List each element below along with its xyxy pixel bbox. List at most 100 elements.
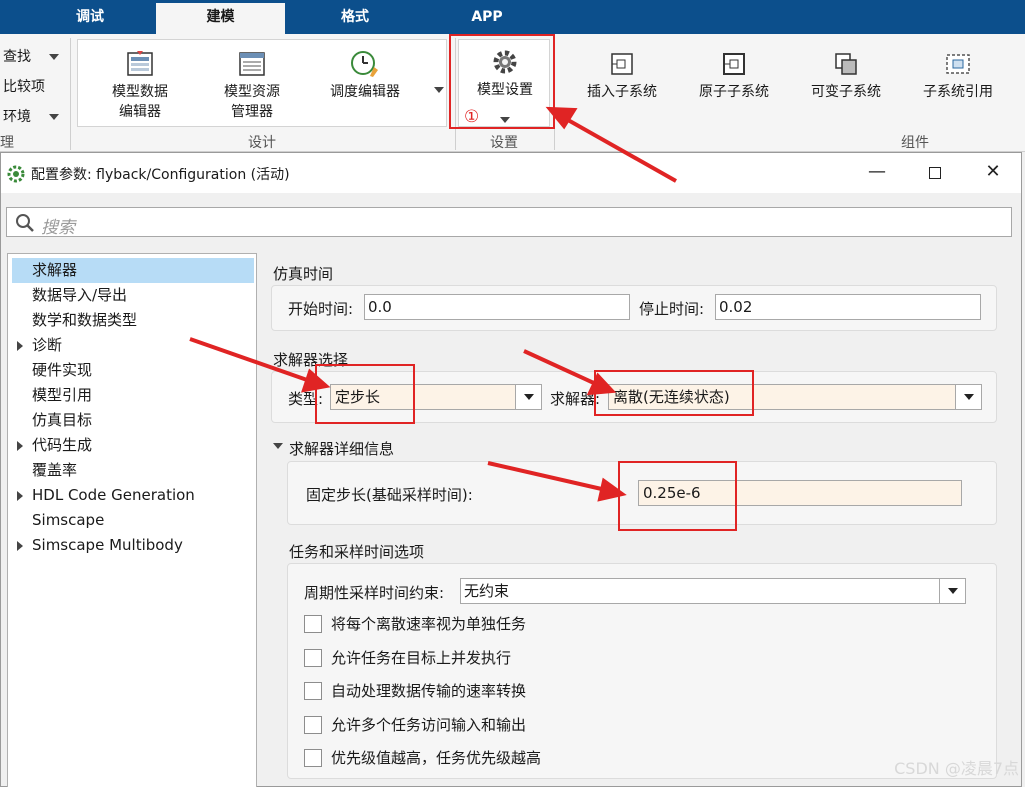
chevron-down-icon[interactable] [955,385,981,409]
stop-time-input[interactable]: 0.02 [715,294,981,320]
close-button[interactable]: ✕ [981,161,1005,185]
chevron-down-icon [434,87,444,93]
screen: 调试 建模 格式 APP 查找 比较项 环境 理 模型数据 编辑器 模型资源 管… [0,0,1025,787]
tab-modeling[interactable]: 建模 [156,3,285,34]
category-tree: 求解器 数据导入/导出 数学和数据类型 诊断 硬件实现 模型引用 仿真目标 代码… [7,253,257,787]
expand-arrow-icon[interactable] [17,541,23,551]
minimize-button[interactable]: — [865,161,889,185]
section-title-sim-time: 仿真时间 [273,265,334,283]
watermark: CSDN @凌晨7点 [894,759,1019,778]
component-group-label: 组件 [901,135,929,151]
model-explorer-label: 模型资源 管理器 [224,84,280,120]
tree-item-simscape[interactable]: Simscape [12,508,254,533]
tree-item-model-reference[interactable]: 模型引用 [12,383,254,408]
compare-label: 比较项 [3,79,45,95]
environment-label: 环境 [3,109,31,125]
expand-arrow-icon[interactable] [17,491,23,501]
variant-subsystem-button[interactable]: 可变子系统 [796,50,896,102]
checkbox-rate-transition[interactable] [304,682,322,700]
tree-item-hdl-code-generation[interactable]: HDL Code Generation [12,483,254,508]
highlight-box-solver [594,370,754,416]
tree-item-label: 数据导入/导出 [32,286,128,304]
tab-debug[interactable]: 调试 [40,0,140,34]
insert-subsystem-label: 插入子系统 [587,84,657,100]
search-field[interactable]: 搜索 [6,207,1012,238]
subsystem-icon [611,53,633,75]
tree-item-label: Simscape [32,511,105,529]
tree-item-label: 数学和数据类型 [32,311,138,329]
tree-item-simscape-multibody[interactable]: Simscape Multibody [12,533,254,558]
close-icon: ✕ [985,161,1001,182]
checkbox-label: 允许任务在目标上并发执行 [331,649,512,667]
group-label-fragment: 理 [0,135,14,151]
tree-item-label: 仿真目标 [32,411,93,429]
tree-item-label: 硬件实现 [32,361,93,379]
start-time-input[interactable]: 0.0 [364,294,630,320]
checkbox-label: 优先级值越高，任务优先级越高 [331,749,542,767]
checkbox-concurrent-tasks[interactable] [304,649,322,667]
ribbon-separator [70,38,71,150]
stop-time-label: 停止时间: [639,300,705,318]
model-explorer-button[interactable]: 模型资源 管理器 [202,50,302,122]
model-data-editor-label: 模型数据 编辑器 [112,84,168,120]
insert-subsystem-button[interactable]: 插入子系统 [572,50,672,102]
tree-item-label: 模型引用 [32,386,93,404]
search-placeholder: 搜索 [41,218,75,238]
tree-item-data-import-export[interactable]: 数据导入/导出 [12,283,254,308]
highlight-box-fixed-step [618,461,737,531]
model-data-editor-button[interactable]: 模型数据 编辑器 [90,50,190,122]
solver-label: 求解器: [550,390,601,408]
maximize-button[interactable] [923,161,947,185]
tree-item-hardware[interactable]: 硬件实现 [12,358,254,383]
periodic-constraint-select[interactable]: 无约束 [460,578,966,604]
config-gear-icon [7,165,25,183]
subsystem-reference-button[interactable]: 子系统引用 [908,50,1008,102]
design-group-label: 设计 [248,135,276,151]
variant-subsystem-label: 可变子系统 [811,84,881,100]
find-label: 查找 [3,49,31,65]
schedule-editor-button[interactable]: 调度编辑器 [318,50,412,102]
checkbox-label: 将每个离散速率视为单独任务 [331,615,527,633]
chevron-down-icon[interactable] [515,385,541,409]
design-gallery-expand[interactable] [434,82,444,98]
expand-arrow-icon[interactable] [17,441,23,451]
configuration-parameters-dialog: 配置参数: flyback/Configuration (活动) — ✕ 搜索 … [0,152,1022,787]
tree-item-math-data-types[interactable]: 数学和数据类型 [12,308,254,333]
highlight-box-model-settings [449,34,555,129]
collapse-arrow-icon[interactable] [273,443,283,449]
atomic-subsystem-button[interactable]: 原子子系统 [684,50,784,102]
checkbox-label: 允许多个任务访问输入和输出 [331,716,527,734]
tree-item-solver[interactable]: 求解器 [12,258,254,283]
fixed-step-label: 固定步长(基础采样时间): [306,486,473,504]
tree-item-label: Simscape Multibody [32,536,183,554]
schedule-editor-label: 调度编辑器 [330,84,400,100]
tree-item-label: 代码生成 [32,436,93,454]
tree-item-sim-target[interactable]: 仿真目标 [12,408,254,433]
minimize-icon: — [868,161,886,182]
sim-time-box: 开始时间: 0.0 停止时间: 0.02 [271,285,997,331]
tree-item-label: 求解器 [32,261,78,279]
find-menu[interactable]: 查找 [3,46,60,66]
clock-edit-icon [351,51,378,77]
checkbox-label: 自动处理数据传输的速率转换 [331,682,527,700]
tab-format[interactable]: 格式 [305,0,405,34]
chevron-down-icon[interactable] [939,579,965,603]
checkbox-separate-tasks[interactable] [304,615,322,633]
checkbox-multi-task-io[interactable] [304,716,322,734]
tree-item-label: 诊断 [32,336,63,354]
checkbox-priority[interactable] [304,749,322,767]
periodic-constraint-value: 无约束 [464,582,510,600]
environment-menu[interactable]: 环境 [3,106,60,126]
compare-menu[interactable]: 比较项 [3,76,45,96]
expand-arrow-icon[interactable] [17,341,23,351]
tab-app[interactable]: APP [437,0,537,34]
tree-item-coverage[interactable]: 覆盖率 [12,458,254,483]
periodic-constraint-label: 周期性采样时间约束: [304,584,445,602]
subsystem-reference-icon [946,54,970,74]
settings-group-label: 设置 [490,135,518,151]
tree-item-diagnostics[interactable]: 诊断 [12,333,254,358]
highlight-box-solver-type [315,364,415,424]
start-time-label: 开始时间: [288,300,354,318]
tree-item-code-generation[interactable]: 代码生成 [12,433,254,458]
variant-subsystem-icon [835,53,857,75]
